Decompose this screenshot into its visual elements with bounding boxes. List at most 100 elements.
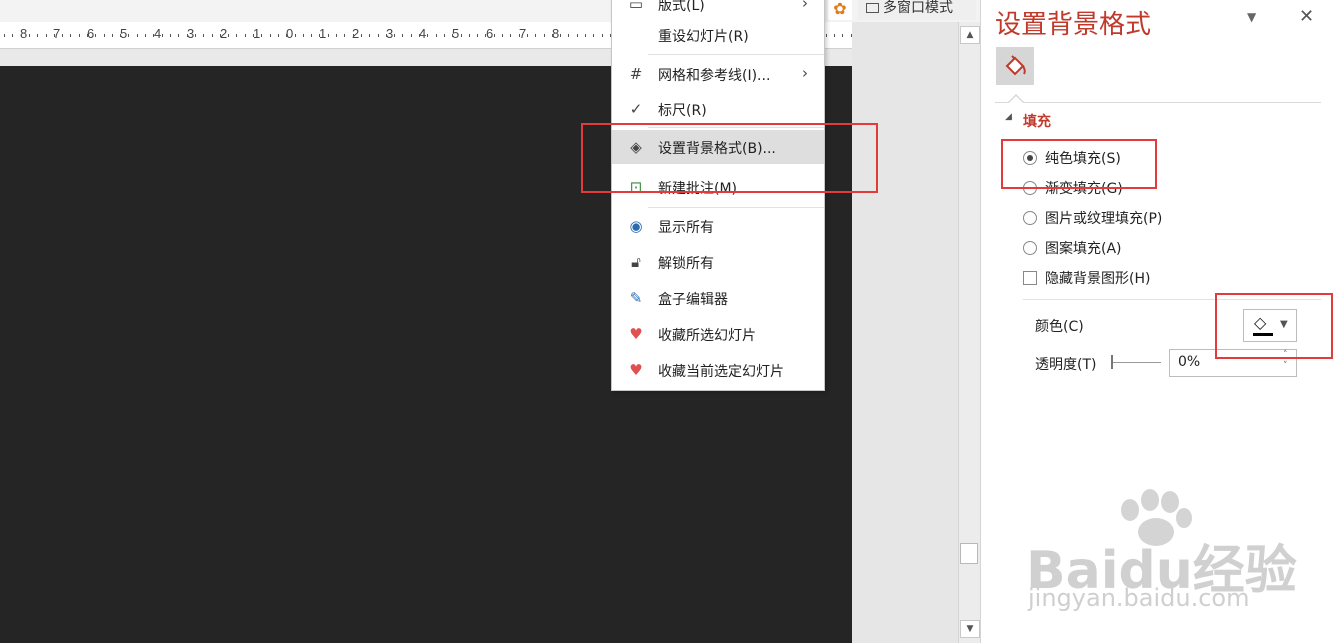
ruler-tick — [178, 34, 179, 37]
close-icon[interactable]: ✕ — [1299, 6, 1314, 27]
ruler-tick — [560, 34, 561, 37]
menu-item-label: 显示所有 — [658, 220, 714, 236]
scroll-thumb[interactable] — [960, 543, 978, 564]
ruler-tick — [378, 34, 379, 37]
menu-item-show-all[interactable]: ◉ 显示所有 — [612, 209, 824, 243]
ruler-tick — [70, 34, 71, 37]
ruler-label: 5 — [452, 26, 460, 41]
chevron-right-icon: › — [802, 64, 808, 82]
ruler-tick — [79, 34, 80, 37]
highlight-box-menu-item — [581, 123, 878, 193]
tab-underline — [995, 102, 1321, 103]
unlock-icon: 🔓︎ — [631, 253, 641, 271]
paint-bucket-icon — [1005, 55, 1026, 76]
ruler-tick — [153, 34, 154, 37]
ruler-tick — [461, 34, 462, 37]
ruler-tick — [87, 34, 88, 37]
ruler-tick — [112, 34, 113, 37]
ruler-tick — [37, 34, 38, 37]
edit-icon: ✎ — [629, 289, 643, 307]
ruler-tick — [477, 34, 478, 37]
multi-window-button[interactable]: 多窗口模式 — [858, 0, 976, 20]
gear-icon[interactable]: ✿ — [828, 0, 852, 20]
ruler-tick — [427, 34, 428, 37]
ruler-tick — [544, 34, 545, 37]
ruler-tick — [394, 34, 395, 37]
ruler-tick — [212, 34, 213, 37]
layout-icon: ▭ — [628, 0, 644, 13]
heart-icon: ♥ — [629, 361, 643, 379]
ruler-tick — [419, 34, 420, 37]
menu-item-favorite-current[interactable]: ♥ 收藏当前选定幻灯片 — [612, 353, 824, 387]
ruler-tick — [361, 34, 362, 37]
fill-section-header[interactable]: 填充 — [1023, 111, 1051, 131]
ruler-tick — [510, 34, 511, 37]
menu-item-ruler[interactable]: ✓ 标尺(R) — [612, 92, 824, 126]
menu-item-unlock-all[interactable]: 🔓︎ 解锁所有 — [612, 245, 824, 279]
vertical-scrollbar[interactable]: ▲ ▼ — [958, 22, 980, 643]
ruler-tick — [336, 34, 337, 37]
transparency-value: 0% — [1178, 354, 1201, 370]
ruler-tick — [12, 34, 13, 37]
scroll-down-button[interactable]: ▼ — [960, 620, 980, 638]
ruler-tick — [452, 34, 453, 37]
ruler-tick — [203, 34, 204, 37]
ruler-label: 4 — [154, 26, 162, 41]
ruler-tick — [4, 34, 5, 37]
transparency-label: 透明度(T) — [1035, 357, 1097, 373]
menu-item-box-editor[interactable]: ✎ 盒子编辑器 — [612, 281, 824, 315]
ruler-tick — [602, 34, 603, 37]
panel-options-dropdown-icon[interactable]: ▼ — [1247, 10, 1256, 24]
ruler-tick — [519, 34, 520, 37]
highlight-box-solid-fill — [1001, 139, 1157, 189]
collapse-triangle-icon[interactable]: ◢ — [1005, 112, 1012, 122]
ruler-tick — [593, 34, 594, 37]
ruler-tick — [29, 34, 30, 37]
ruler-tick — [386, 34, 387, 37]
ruler-tick — [286, 34, 287, 37]
ruler-tick — [21, 34, 22, 37]
hide-background-graphics-label[interactable]: 隐藏背景图形(H) — [1045, 268, 1150, 288]
ruler-tick — [485, 34, 486, 37]
ruler-label: 7 — [519, 26, 527, 41]
tab-pointer-inner — [1009, 96, 1023, 103]
ruler-tick — [228, 34, 229, 37]
ruler-tick — [568, 34, 569, 37]
ruler-tick — [303, 34, 304, 37]
menu-item-favorite-selected[interactable]: ♥ 收藏所选幻灯片 — [612, 317, 824, 351]
context-menu: ▭ 版式(L) › 重设幻灯片(R) # 网格和参考线(I)... › ✓ 标尺… — [611, 0, 825, 391]
heart-add-icon: ♥ — [629, 325, 643, 343]
menu-item-label: 标尺(R) — [658, 103, 707, 119]
ruler-tick — [54, 34, 55, 37]
ruler-label: 0 — [286, 26, 294, 41]
ruler-tick — [444, 34, 445, 37]
hide-background-graphics-checkbox[interactable] — [1023, 271, 1037, 285]
ruler-tick — [137, 34, 138, 37]
ruler-label: 1 — [253, 26, 261, 41]
ruler-tick — [319, 34, 320, 37]
ruler-tick — [411, 34, 412, 37]
canvas-side-area — [852, 22, 958, 643]
ruler-tick — [295, 34, 296, 37]
pattern-fill-label[interactable]: 图案填充(A) — [1045, 238, 1122, 258]
watermark-url: jingyan.baidu.com — [1028, 584, 1250, 612]
ruler-tick — [104, 34, 105, 37]
ruler-tick — [220, 34, 221, 37]
transparency-slider-handle[interactable] — [1111, 355, 1113, 369]
transparency-slider[interactable] — [1111, 362, 1161, 363]
fill-tab-button[interactable] — [996, 47, 1034, 85]
baidu-watermark: Baidu经验 jingyan.baidu.com — [1018, 488, 1318, 618]
picture-fill-label[interactable]: 图片或纹理填充(P) — [1045, 208, 1162, 228]
ruler-tick — [826, 34, 827, 37]
ruler-tick — [834, 34, 835, 37]
menu-item-label: 收藏当前选定幻灯片 — [658, 364, 784, 380]
ruler-tick — [145, 34, 146, 37]
menu-item-grid-guides[interactable]: # 网格和参考线(I)... › — [612, 57, 824, 91]
pattern-fill-radio[interactable] — [1023, 241, 1037, 255]
ruler-tick — [502, 34, 503, 37]
menu-item-reset-slide[interactable]: 重设幻灯片(R) — [612, 18, 824, 52]
ruler-label: 1 — [319, 26, 327, 41]
picture-fill-radio[interactable] — [1023, 211, 1037, 225]
ruler-tick — [535, 34, 536, 37]
scroll-up-button[interactable]: ▲ — [960, 26, 980, 44]
